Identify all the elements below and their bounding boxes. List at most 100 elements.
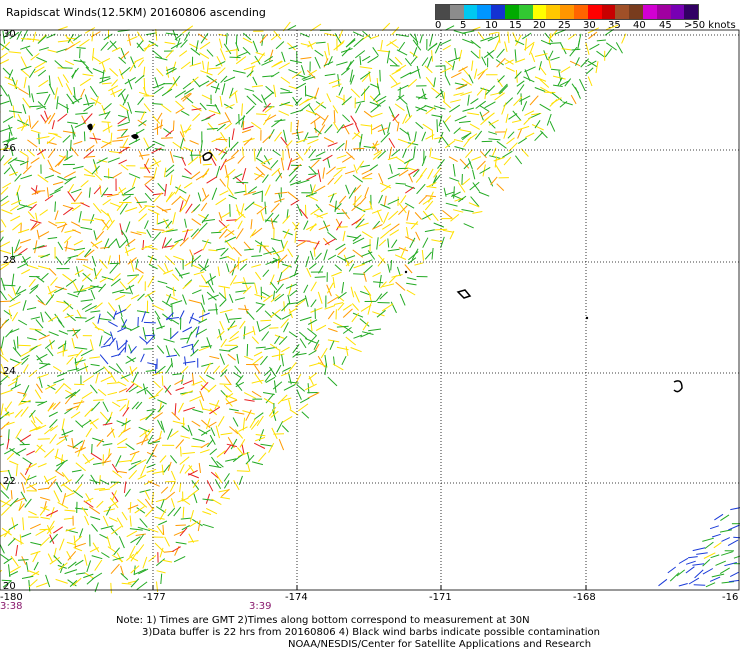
wind-barb xyxy=(333,277,335,288)
wind-barb xyxy=(408,79,417,87)
wind-barb xyxy=(27,157,28,169)
wind-barb xyxy=(171,498,174,507)
wind-barb xyxy=(226,220,237,221)
wind-barb xyxy=(489,32,498,34)
wind-barb xyxy=(346,185,350,194)
wind-barb xyxy=(271,203,279,212)
wind-barb xyxy=(300,398,309,403)
wind-barb xyxy=(407,227,409,238)
wind-barb xyxy=(339,196,346,203)
wind-barb xyxy=(186,204,193,214)
wind-barb xyxy=(399,248,408,251)
wind-barb xyxy=(462,210,474,212)
wind-barb xyxy=(562,49,571,50)
wind-barb xyxy=(305,384,317,390)
wind-barb xyxy=(588,61,597,67)
wind-barb xyxy=(248,463,250,472)
wind-barb xyxy=(245,184,246,194)
wind-barb xyxy=(216,304,217,315)
wind-barb xyxy=(257,321,260,332)
wind-barb xyxy=(720,568,730,574)
wind-barb xyxy=(245,89,255,92)
wind-barb xyxy=(211,232,221,233)
wind-barb xyxy=(180,483,181,493)
lat-label-26: 26 xyxy=(3,143,16,154)
wind-barb xyxy=(172,274,178,281)
wind-barb xyxy=(75,348,87,350)
wind-barb xyxy=(356,103,361,113)
wind-barb xyxy=(289,309,292,318)
wind-barb xyxy=(318,292,322,304)
wind-barb xyxy=(119,388,127,392)
wind-barb xyxy=(183,281,192,289)
wind-barb xyxy=(236,182,248,183)
wind-barb xyxy=(297,385,305,392)
wind-barb xyxy=(471,40,481,48)
wind-barb xyxy=(145,193,152,201)
wind-barb xyxy=(48,50,58,53)
wind-barb xyxy=(336,62,347,65)
wind-barb xyxy=(605,48,611,57)
wind-barb xyxy=(92,57,100,62)
wind-barb xyxy=(127,275,139,276)
wind-barb xyxy=(95,173,102,180)
wind-barb xyxy=(125,208,137,212)
wind-barb xyxy=(26,483,37,488)
wind-barb xyxy=(147,363,156,365)
wind-barb xyxy=(83,265,94,270)
wind-barb xyxy=(46,575,50,587)
wind-barb xyxy=(11,556,18,566)
wind-barb xyxy=(8,294,14,300)
wind-barb xyxy=(271,72,279,77)
wind-barb xyxy=(218,68,225,75)
wind-barb xyxy=(481,117,489,124)
wind-barb xyxy=(284,229,289,238)
wind-barb xyxy=(351,287,354,298)
wind-barb xyxy=(325,51,328,60)
wind-barb xyxy=(208,385,216,392)
wind-barb xyxy=(182,344,194,348)
wind-barb xyxy=(224,104,232,109)
wind-barb xyxy=(53,182,63,185)
wind-barb xyxy=(157,571,166,573)
wind-barb xyxy=(388,249,400,251)
wind-barb xyxy=(144,104,150,112)
wind-barb xyxy=(12,312,17,321)
wind-barb xyxy=(152,229,164,230)
wind-barb xyxy=(371,105,380,112)
wind-barb xyxy=(311,282,317,291)
wind-barb xyxy=(0,231,4,235)
wind-barb xyxy=(535,132,543,141)
wind-barb xyxy=(226,50,237,52)
wind-barb xyxy=(276,42,284,49)
wind-barb xyxy=(327,93,331,102)
wind-barb xyxy=(146,336,154,344)
wind-barb xyxy=(158,183,165,191)
wind-barb xyxy=(181,40,188,48)
wind-barb xyxy=(219,212,222,221)
wind-barb xyxy=(353,148,364,149)
wind-barb xyxy=(103,199,111,205)
wind-barb xyxy=(18,229,29,233)
wind-barb xyxy=(238,221,242,229)
wind-barb xyxy=(103,423,113,425)
wind-barb xyxy=(9,302,20,307)
wind-barb xyxy=(121,129,127,136)
wind-barb xyxy=(109,518,117,522)
wind-barb xyxy=(228,354,236,360)
wind-barb xyxy=(716,561,726,565)
wind-barb xyxy=(77,310,81,318)
wind-barb xyxy=(208,295,219,299)
wind-barb xyxy=(309,166,317,174)
wind-barb xyxy=(136,535,143,546)
wind-barb xyxy=(104,177,114,178)
wind-barb xyxy=(227,326,237,329)
wind-barb xyxy=(290,60,302,63)
wind-barb xyxy=(220,384,231,385)
wind-barb xyxy=(31,130,41,133)
wind-barb xyxy=(270,50,273,61)
wind-barb xyxy=(544,50,548,60)
wind-barb xyxy=(76,463,86,471)
wind-barb xyxy=(137,202,147,203)
wind-barb xyxy=(161,499,164,508)
